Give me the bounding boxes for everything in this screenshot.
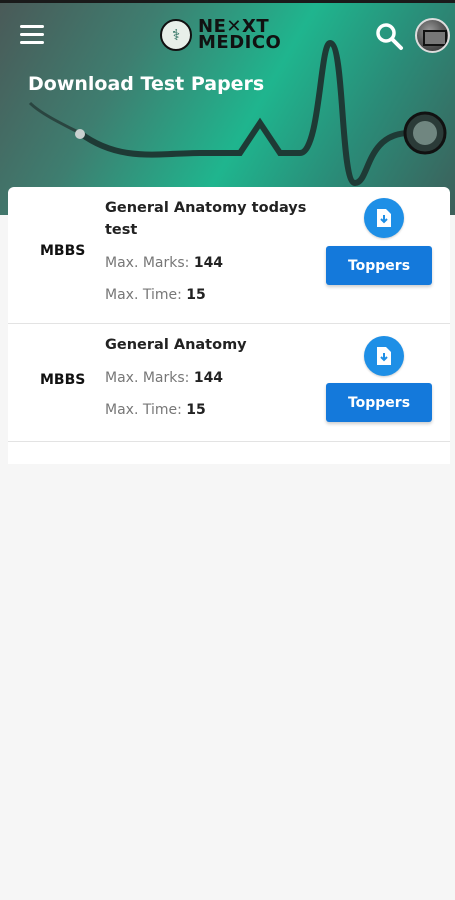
list-item: MBBS General Anatomy Max. Marks: 144 Max… bbox=[8, 324, 450, 442]
max-marks: Max. Marks: 144 bbox=[105, 370, 223, 386]
list-item: MBBS General Anatomy todays test Max. Ma… bbox=[8, 187, 450, 324]
toppers-button[interactable]: Toppers bbox=[326, 246, 432, 285]
avatar[interactable] bbox=[415, 18, 450, 53]
logo-line-2: MEDICO bbox=[198, 32, 282, 53]
file-download-icon[interactable] bbox=[364, 336, 404, 376]
max-marks-label: Max. Marks: bbox=[105, 370, 194, 386]
search-icon[interactable] bbox=[374, 21, 404, 51]
max-time-label: Max. Time: bbox=[105, 402, 187, 418]
max-marks-value: 144 bbox=[193, 370, 224, 386]
app-logo: ⚕ NE✕XT MEDICO bbox=[160, 15, 281, 55]
toppers-button[interactable]: Toppers bbox=[326, 383, 432, 422]
max-marks-value: 144 bbox=[193, 255, 224, 271]
logo-wordmark: NE✕XT MEDICO bbox=[198, 18, 282, 53]
max-time: Max. Time: 15 bbox=[105, 287, 206, 303]
test-title: General Anatomy todays test bbox=[105, 200, 307, 238]
max-time-value: 15 bbox=[186, 402, 206, 418]
course-label: MBBS bbox=[40, 243, 86, 259]
max-time-value: 15 bbox=[186, 287, 206, 303]
test-paper-list: MBBS General Anatomy todays test Max. Ma… bbox=[8, 187, 450, 464]
page-title: Download Test Papers bbox=[28, 73, 265, 95]
max-time: Max. Time: 15 bbox=[105, 402, 206, 418]
caduceus-icon: ⚕ bbox=[160, 19, 192, 51]
max-marks-label: Max. Marks: bbox=[105, 255, 194, 271]
file-download-icon[interactable] bbox=[364, 198, 404, 238]
course-label: MBBS bbox=[40, 372, 86, 388]
max-marks: Max. Marks: 144 bbox=[105, 255, 223, 271]
header-banner: ⚕ NE✕XT MEDICO Download Test Papers bbox=[0, 3, 455, 215]
max-time-label: Max. Time: bbox=[105, 287, 187, 303]
test-title: General Anatomy bbox=[105, 337, 247, 353]
menu-icon[interactable] bbox=[20, 25, 44, 47]
